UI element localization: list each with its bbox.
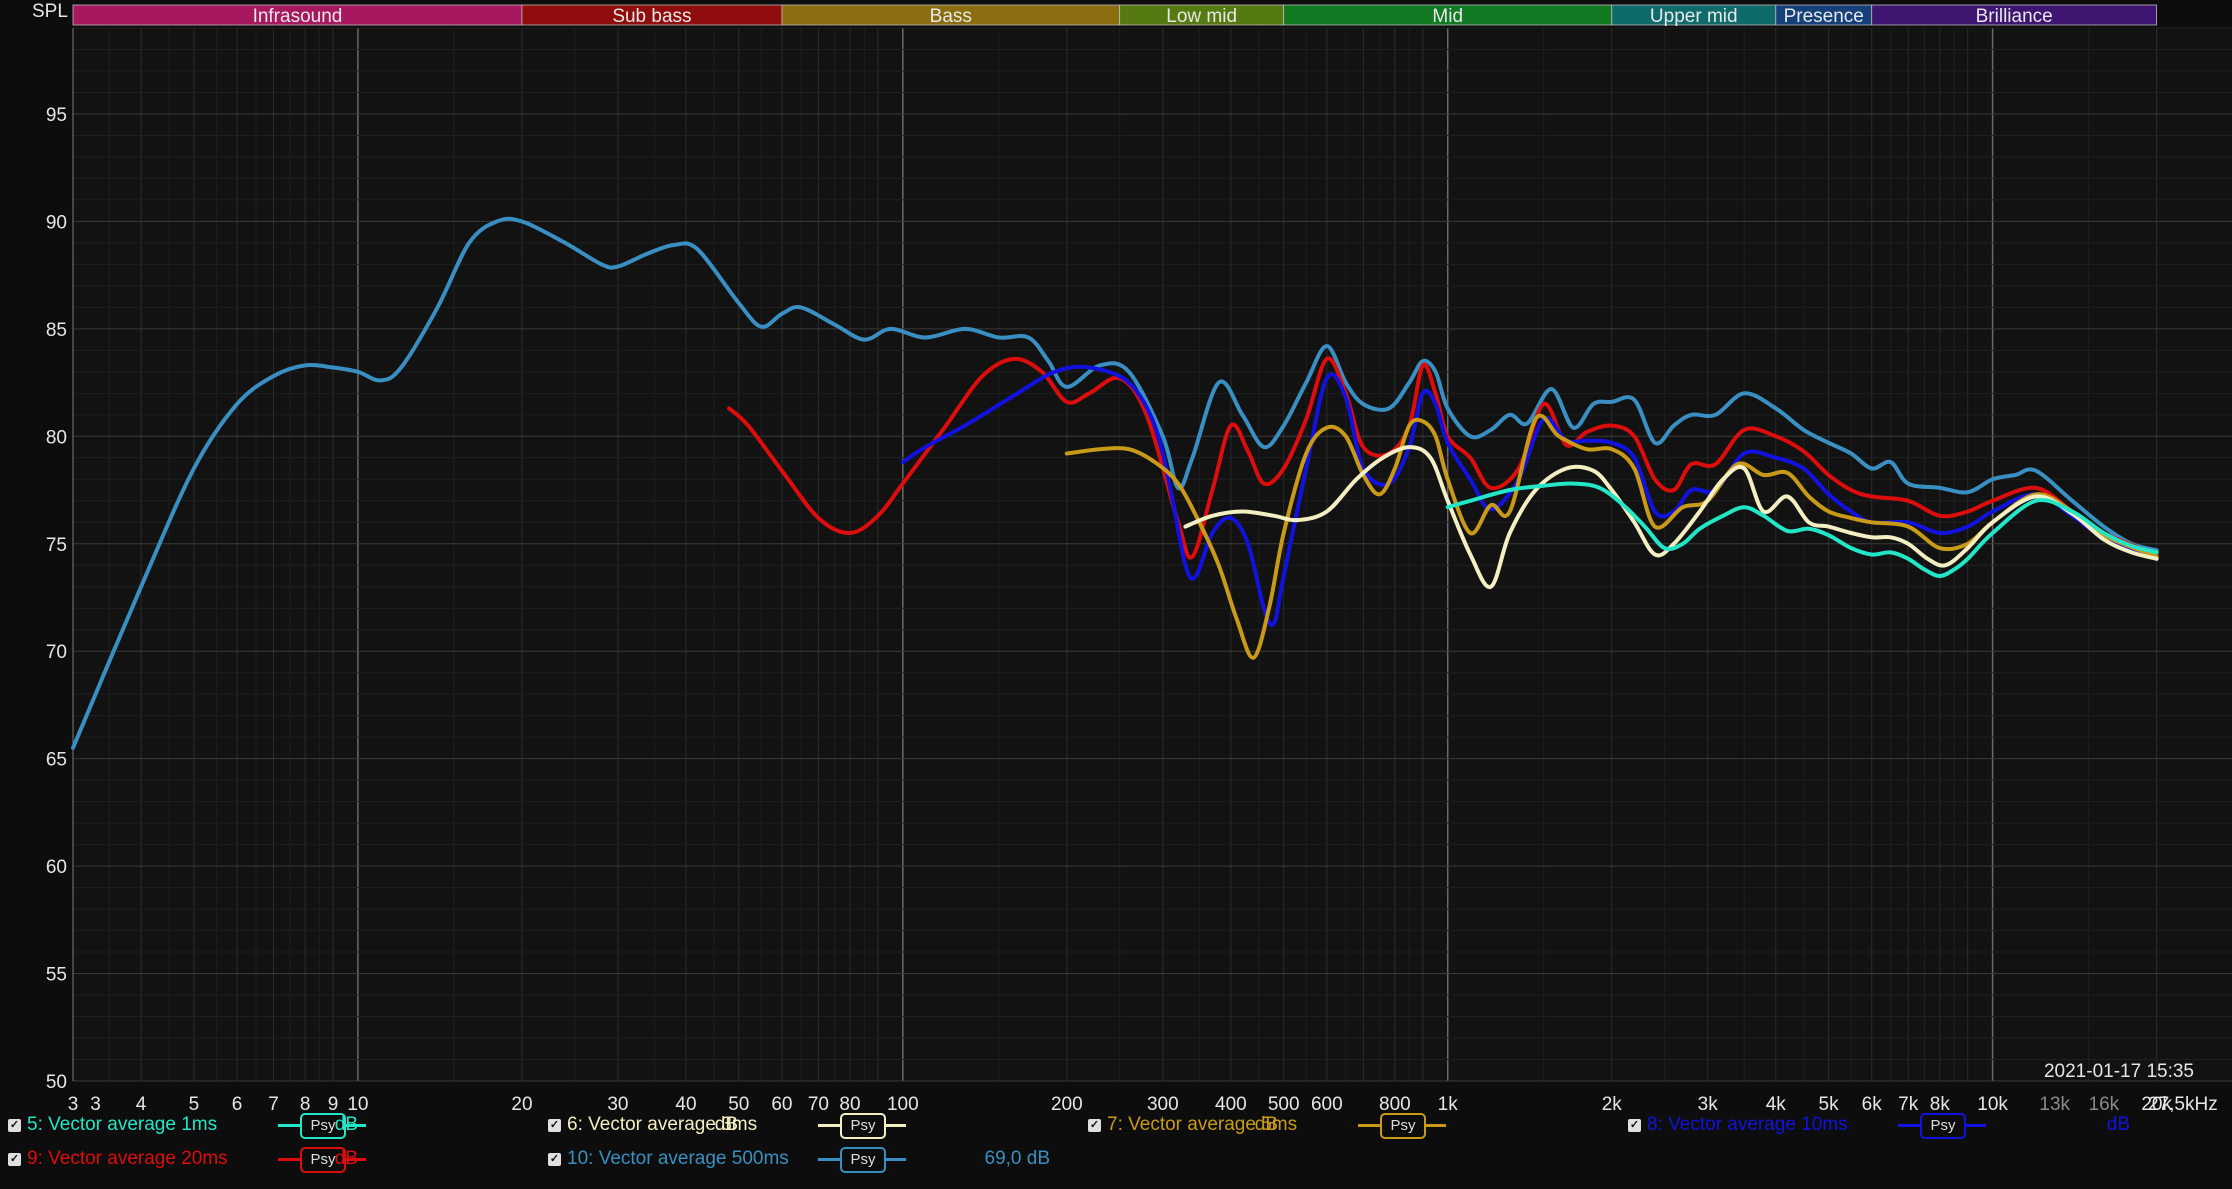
x-tick-label: 100 — [887, 1094, 919, 1112]
legend-checkbox[interactable]: ✓ — [548, 1152, 561, 1166]
x-tick-label: 20 — [511, 1094, 532, 1112]
x-tick-label: 60 — [771, 1094, 792, 1112]
x-tick-label: 400 — [1215, 1094, 1247, 1112]
x-tick-label: 6k — [1862, 1094, 1883, 1112]
y-tick-label: 95 — [46, 105, 67, 126]
x-tick-label: 1k — [1438, 1094, 1459, 1112]
band-label: Presence — [1784, 6, 1864, 27]
y-tick-label: 85 — [46, 320, 67, 341]
legend-label: 5: Vector average 1ms — [27, 1114, 218, 1135]
y-axis-label: SPL — [32, 1, 68, 22]
legend: ✓ 5: Vector average 1ms Psy dB ✓ 6: Vector av… — [0, 1112, 2232, 1189]
x-tick-label: 3k — [1698, 1094, 1719, 1112]
x-tick-label: 600 — [1311, 1094, 1343, 1112]
legend-psy-swatch[interactable]: Psy — [818, 1146, 906, 1173]
x-tick-label: 4k — [1766, 1094, 1787, 1112]
legend-value: 69,0 dB — [984, 1148, 1051, 1169]
legend-label: 9: Vector average 20ms — [27, 1148, 228, 1169]
x-tick-label: 8k — [1930, 1094, 1951, 1112]
x-tick-label: 3 — [90, 1094, 101, 1112]
y-tick-label: 55 — [46, 965, 67, 986]
y-tick-label: 75 — [46, 535, 67, 556]
x-tick-label: 6 — [232, 1094, 243, 1112]
legend-value: dB — [2106, 1114, 2130, 1135]
legend-value: dB — [334, 1114, 358, 1135]
band-label: Sub bass — [612, 6, 691, 27]
legend-psy-label: Psy — [1920, 1113, 1966, 1139]
x-tick-label: 10k — [1977, 1094, 2008, 1112]
y-tick-label: 60 — [46, 857, 67, 878]
x-tick-label: 200 — [1051, 1094, 1083, 1112]
x-tick-label: 5k — [1819, 1094, 1840, 1112]
band-label: Infrasound — [253, 6, 343, 27]
legend-psy-label: Psy — [840, 1113, 886, 1139]
legend-label: 10: Vector average 500ms — [567, 1148, 789, 1169]
legend-psy-swatch[interactable]: Psy — [1898, 1112, 1986, 1139]
x-tick-label: 10 — [347, 1094, 368, 1112]
legend-psy-swatch[interactable]: Psy — [1358, 1112, 1446, 1139]
y-tick-label: 70 — [46, 642, 67, 663]
legend-label: 8: Vector average 10ms — [1647, 1114, 1848, 1135]
legend-psy-label: Psy — [1380, 1113, 1426, 1139]
x-tick-label: 300 — [1147, 1094, 1179, 1112]
x-tick-label: 5 — [189, 1094, 200, 1112]
legend-item[interactable]: ✓ 5: Vector average 1ms — [8, 1112, 217, 1138]
y-tick-label: 65 — [46, 750, 67, 771]
legend-checkbox[interactable]: ✓ — [1088, 1118, 1101, 1132]
x-tick-label: 16k — [2089, 1094, 2120, 1112]
x-tick-label: 80 — [839, 1094, 860, 1112]
x-tick-label: 4 — [136, 1094, 147, 1112]
x-tick-label: 3 — [68, 1094, 79, 1112]
legend-checkbox[interactable]: ✓ — [1628, 1118, 1641, 1132]
x-tick-label: 30 — [607, 1094, 628, 1112]
y-tick-label: 50 — [46, 1072, 67, 1093]
x-tick-label: 8 — [300, 1094, 311, 1112]
frequency-response-chart: Infrasound Sub bass Bass Low mid Mid Upper mi… — [0, 0, 2232, 1112]
x-tick-label: 40 — [675, 1094, 696, 1112]
y-tick-label: 90 — [46, 212, 67, 233]
timestamp: 2021-01-17 15:35 — [2044, 1061, 2194, 1082]
legend-item[interactable]: ✓ 10: Vector average 500ms — [548, 1146, 789, 1172]
band-label: Bass — [930, 6, 972, 27]
y-tick-label: 80 — [46, 427, 67, 448]
legend-item[interactable]: ✓ 9: Vector average 20ms — [8, 1146, 228, 1172]
x-tick-label: 70 — [808, 1094, 829, 1112]
x-tick-label: 800 — [1379, 1094, 1411, 1112]
band-label: Brilliance — [1976, 6, 2053, 27]
x-tick-label: 13k — [2039, 1094, 2070, 1112]
legend-item[interactable]: ✓ 8: Vector average 10ms — [1628, 1112, 1848, 1138]
legend-checkbox[interactable]: ✓ — [548, 1118, 561, 1132]
band-label: Low mid — [1166, 6, 1237, 27]
x-tick-label: 7k — [1898, 1094, 1919, 1112]
x-tick-label: 50 — [728, 1094, 749, 1112]
x-tick-label: 2k — [1602, 1094, 1623, 1112]
legend-checkbox[interactable]: ✓ — [8, 1152, 21, 1166]
x-tick-label: 7 — [268, 1094, 279, 1112]
legend-value: dB — [1254, 1114, 1278, 1135]
band-label: Mid — [1432, 6, 1463, 27]
legend-psy-swatch[interactable]: Psy — [818, 1112, 906, 1139]
legend-psy-label: Psy — [840, 1147, 886, 1173]
x-tick-label: 9 — [328, 1094, 339, 1112]
frequency-bands: Infrasound Sub bass Bass Low mid Mid Upper mi… — [72, 4, 2158, 27]
band-label: Upper mid — [1650, 6, 1738, 27]
x-tick-label: 500 — [1268, 1094, 1300, 1112]
x-axis-unit: 27,5kHz — [2148, 1094, 2218, 1112]
legend-value: dB — [714, 1114, 738, 1135]
legend-value: dB — [334, 1148, 358, 1169]
legend-checkbox[interactable]: ✓ — [8, 1118, 21, 1132]
